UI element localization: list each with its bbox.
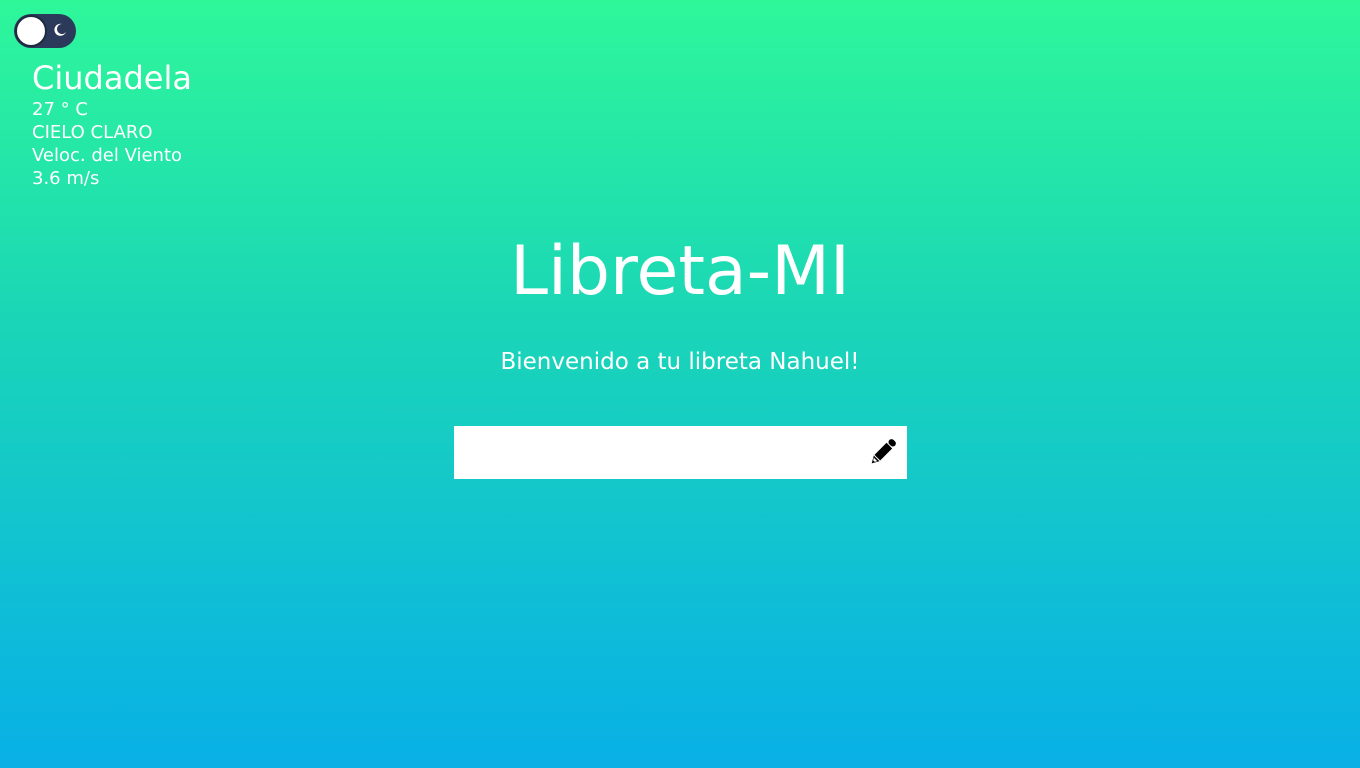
- weather-condition: CIELO CLARO: [32, 122, 153, 143]
- weather-wind-speed: 3.6 m/s: [32, 168, 100, 189]
- pencil-icon[interactable]: [865, 434, 901, 470]
- weather-temperature: 27 ° C: [32, 99, 88, 120]
- toggle-knob: [15, 15, 47, 47]
- note-entry: [454, 426, 907, 479]
- weather-widget: Ciudadela 27 ° C CIELO CLARO Veloc. del …: [32, 62, 192, 190]
- theme-toggle[interactable]: [14, 14, 76, 48]
- welcome-message: Bienvenido a tu libreta Nahuel!: [500, 349, 860, 375]
- moon-icon: [54, 23, 66, 36]
- page-title: Libreta-MI: [510, 232, 850, 311]
- weather-wind-label: Veloc. del Viento: [32, 145, 183, 166]
- note-input[interactable]: [454, 426, 854, 479]
- weather-city: Ciudadela: [32, 59, 192, 97]
